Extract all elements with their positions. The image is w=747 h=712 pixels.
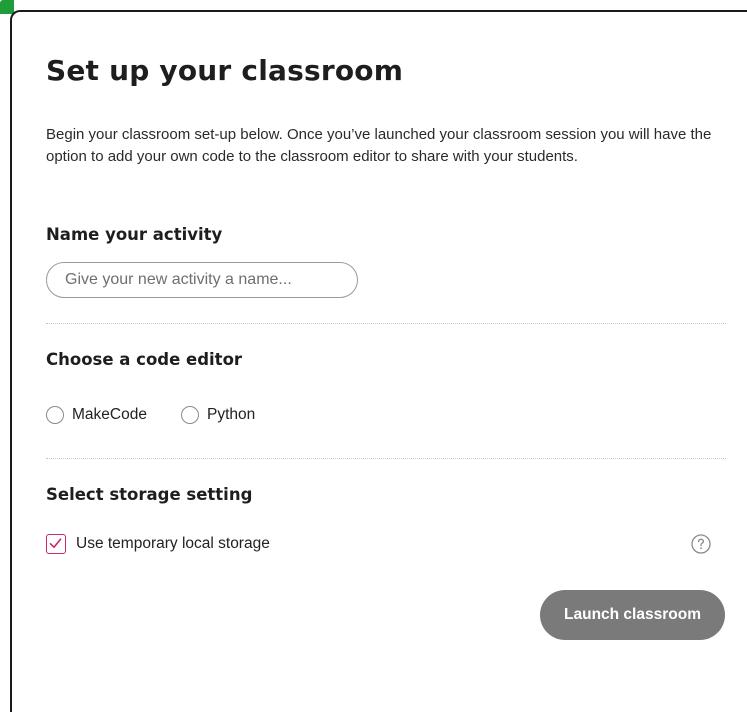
activity-name-input[interactable]	[46, 262, 358, 298]
dialog-intro-text: Begin your classroom set-up below. Once …	[46, 126, 712, 165]
activity-name-heading: Name your activity	[46, 225, 223, 244]
temporary-storage-label: Use temporary local storage	[76, 535, 270, 552]
checkmark-icon	[49, 538, 62, 548]
launch-classroom-button[interactable]: Launch classroom	[540, 590, 725, 640]
editor-option-makecode[interactable]: MakeCode	[46, 404, 147, 426]
storage-setting-heading: Select storage setting	[46, 485, 253, 504]
section-divider	[46, 323, 726, 324]
radio-label-python: Python	[207, 406, 256, 423]
code-editor-heading: Choose a code editor	[46, 350, 243, 369]
radio-button-python[interactable]	[181, 406, 199, 424]
editor-option-python[interactable]: Python	[181, 404, 255, 426]
dialog-title: Set up your classroom	[46, 54, 404, 87]
section-divider	[46, 458, 726, 459]
radio-label-makecode: MakeCode	[72, 406, 147, 423]
window-corner-accent	[0, 0, 14, 14]
question-circle-icon[interactable]	[691, 534, 711, 554]
radio-button-makecode[interactable]	[46, 406, 64, 424]
temporary-storage-checkbox[interactable]	[46, 534, 66, 554]
temporary-storage-option[interactable]: Use temporary local storage	[46, 533, 270, 555]
